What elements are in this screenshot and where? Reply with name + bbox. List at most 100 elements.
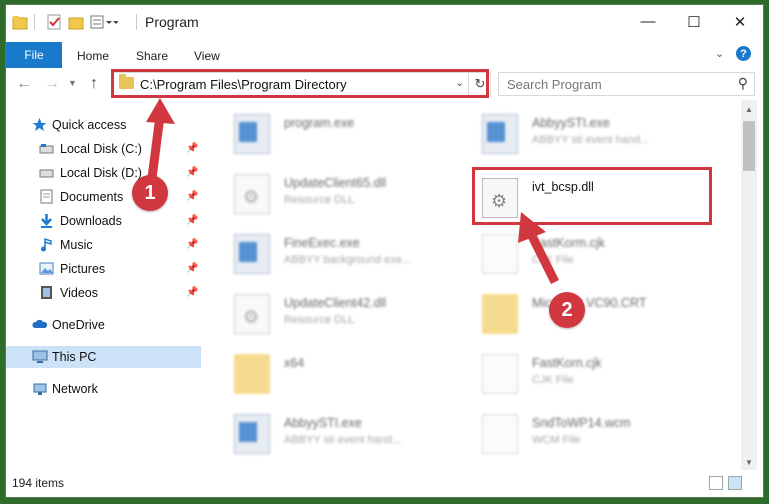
pin-icon[interactable]: 📌 [186,263,198,274]
search-placeholder: Search Program [507,77,602,92]
file-name: FastKorm.cjk [532,236,605,250]
sidebar-item-label: Pictures [60,262,106,276]
sidebar-item-label: Music [60,238,93,252]
details-view-icon[interactable] [709,476,723,490]
file-type: WCM File [532,434,581,446]
pin-icon[interactable]: 📌 [186,215,198,226]
sidebar-item-label: OneDrive [52,318,105,332]
sidebar-item-label: Local Disk (D:) [60,166,142,180]
pin-icon[interactable]: 📌 [186,167,198,178]
vertical-scrollbar[interactable]: ▲ ▼ [741,100,757,470]
recent-locations-icon[interactable]: ▼ [68,78,77,88]
maximize-button[interactable]: ☐ [671,5,717,38]
tab-view[interactable]: View [194,49,220,63]
sidebar-item-local-disk-d[interactable]: Local Disk (D:) 📌 [6,162,201,184]
status-bar: 194 items [6,470,763,497]
sidebar-item-this-pc[interactable]: This PC [6,346,201,368]
file-item[interactable]: SndToWP14.wcm WCM File [472,410,712,458]
scroll-thumb[interactable] [743,121,755,171]
ribbon-tabs: File Home Share View ⌄ ? [6,38,763,69]
file-name: FineExec.exe [284,236,360,250]
tab-share[interactable]: Share [136,49,168,63]
close-button[interactable]: ✕ [717,5,763,38]
network-icon [32,381,47,396]
file-name: UpdateClient65.dll [284,176,387,190]
file-item[interactable]: AbbyySTI.exe ABBYY sti event hand... [224,410,464,458]
file-item[interactable]: Microsoft.VC90.CRT [472,290,712,338]
pin-icon[interactable]: 📌 [186,191,198,202]
folder-icon [482,294,518,334]
file-item[interactable]: FastKorn.cjk CJK File [472,350,712,398]
tab-file[interactable]: File [6,42,62,68]
search-icon[interactable]: ⚲ [738,75,748,92]
file-name: FastKorn.cjk [532,356,602,370]
file-item[interactable]: program.exe [224,110,464,158]
properties-icon[interactable] [46,14,62,30]
file-type: ABBYY background exe... [284,254,411,266]
file-highlight-box [472,167,712,225]
pin-icon[interactable]: 📌 [186,287,198,298]
help-icon[interactable]: ? [736,46,751,61]
file-type: ABBYY sti event hand... [284,434,402,446]
folder-icon [12,14,28,30]
pin-icon[interactable]: 📌 [186,143,198,154]
sidebar-item-label: Local Disk (C:) [60,142,142,156]
new-folder-icon[interactable] [68,14,84,30]
scroll-up-icon[interactable]: ▲ [745,105,753,114]
downloads-icon [39,213,54,228]
sidebar-item-documents[interactable]: Documents 📌 [6,186,201,208]
file-type: CJK File [532,254,574,266]
navigation-pane: Quick access Local Disk (C:) 📌 Local Dis… [6,100,204,470]
up-arrow-icon[interactable]: ↑ [90,75,98,93]
window-title: Program [145,14,199,30]
sidebar-item-videos[interactable]: Videos 📌 [6,282,201,304]
sidebar-item-pictures[interactable]: Pictures 📌 [6,258,201,280]
file-name: x64 [284,356,305,370]
title-bar: Program — ☐ ✕ [6,5,763,38]
drive-icon [39,165,54,180]
file-item[interactable]: ⚙ UpdateClient42.dll Resource DLL [224,290,464,338]
exe-icon [234,114,270,154]
file-icon [482,354,518,394]
back-arrow-icon[interactable]: ← [16,75,32,93]
documents-icon [39,189,54,204]
sidebar-item-quick-access[interactable]: Quick access [6,114,201,136]
dll-icon: ⚙ [234,174,270,214]
tab-home[interactable]: Home [77,49,109,63]
file-type: ABBYY sti event hand... [532,134,650,146]
forward-arrow-icon[interactable]: → [44,75,60,93]
customize-toolbar-icon[interactable] [90,14,119,30]
videos-icon [39,285,54,300]
sidebar-item-local-disk-c[interactable]: Local Disk (C:) 📌 [6,138,201,160]
drive-icon [39,141,54,156]
minimize-button[interactable]: — [625,5,671,38]
file-name: AbbyySTI.exe [532,116,610,130]
computer-icon [32,349,48,364]
address-highlight-box [111,69,489,98]
sidebar-item-label: This PC [52,350,97,364]
step-1-badge: 1 [132,175,168,211]
file-icon [482,414,518,454]
sidebar-item-onedrive[interactable]: OneDrive [6,314,201,336]
scroll-down-icon[interactable]: ▼ [745,458,753,467]
pictures-icon [39,261,54,276]
file-name: AbbyySTI.exe [284,416,362,430]
sidebar-item-label: Videos [60,286,98,300]
large-icons-view-icon[interactable] [728,476,742,490]
file-item[interactable]: FineExec.exe ABBYY background exe... [224,230,464,278]
sidebar-item-downloads[interactable]: Downloads 📌 [6,210,201,232]
file-item[interactable]: x64 [224,350,464,398]
sidebar-item-label: Downloads [60,214,122,228]
sidebar-item-label: Documents [60,190,124,204]
file-item[interactable]: FastKorm.cjk CJK File [472,230,712,278]
expand-ribbon-icon[interactable]: ⌄ [715,47,724,60]
file-item[interactable]: ⚙ UpdateClient65.dll Resource DLL [224,170,464,218]
search-input[interactable]: Search Program ⚲ [498,72,755,96]
sidebar-item-network[interactable]: Network [6,378,201,400]
file-icon [482,234,518,274]
sidebar-item-music[interactable]: Music 📌 [6,234,201,256]
step-2-badge: 2 [549,292,585,328]
folder-icon [234,354,270,394]
file-item[interactable]: AbbyySTI.exe ABBYY sti event hand... [472,110,712,158]
pin-icon[interactable]: 📌 [186,239,198,250]
